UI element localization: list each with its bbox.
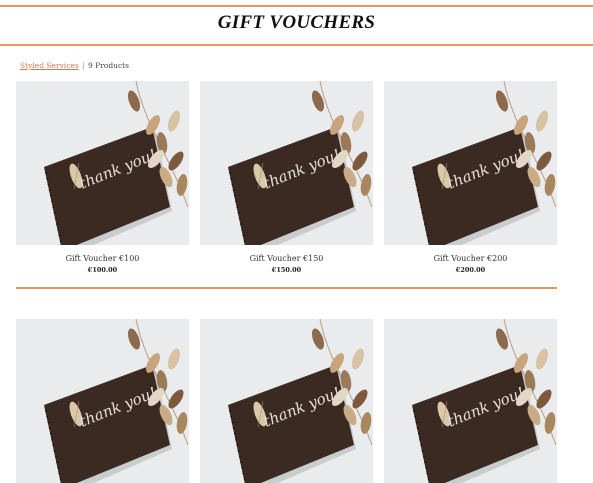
breadcrumb-separator: |: [82, 61, 85, 70]
row-divider: [16, 287, 557, 289]
product-name[interactable]: Gift Voucher €150: [200, 254, 373, 263]
product-image[interactable]: thank you!: [16, 319, 189, 483]
product-card[interactable]: thank you! Gift Voucher €150 €150.00: [200, 81, 373, 274]
voucher-photo: thank you!: [16, 319, 189, 483]
product-card[interactable]: thank you!: [384, 319, 557, 483]
product-image[interactable]: thank you!: [200, 81, 373, 245]
product-card[interactable]: thank you!: [200, 319, 373, 483]
product-image[interactable]: thank you!: [200, 319, 373, 483]
product-card[interactable]: thank you! Gift Voucher €100 €100.00: [16, 81, 189, 274]
product-price: €200.00: [455, 266, 486, 274]
voucher-photo: thank you!: [200, 81, 373, 245]
voucher-photo: thank you!: [16, 81, 189, 245]
product-name[interactable]: Gift Voucher €200: [384, 254, 557, 263]
breadcrumb: Styled Services | 9 Products: [20, 61, 129, 70]
voucher-photo: thank you!: [200, 319, 373, 483]
top-divider: [0, 5, 593, 7]
title-divider: [0, 44, 593, 46]
voucher-photo: thank you!: [384, 81, 557, 245]
product-card[interactable]: thank you!: [16, 319, 189, 483]
page-title: GIFT VOUCHERS: [217, 12, 376, 33]
breadcrumb-category-link[interactable]: Styled Services: [20, 61, 79, 70]
product-card[interactable]: thank you! Gift Voucher €200 €200.00: [384, 81, 557, 274]
product-count: 9 Products: [88, 61, 130, 70]
voucher-photo: thank you!: [384, 319, 557, 483]
product-price: €150.00: [271, 266, 302, 274]
product-image[interactable]: thank you!: [384, 319, 557, 483]
product-name[interactable]: Gift Voucher €100: [16, 254, 189, 263]
product-price: €100.00: [87, 266, 118, 274]
product-image[interactable]: thank you!: [384, 81, 557, 245]
product-image[interactable]: thank you!: [16, 81, 189, 245]
